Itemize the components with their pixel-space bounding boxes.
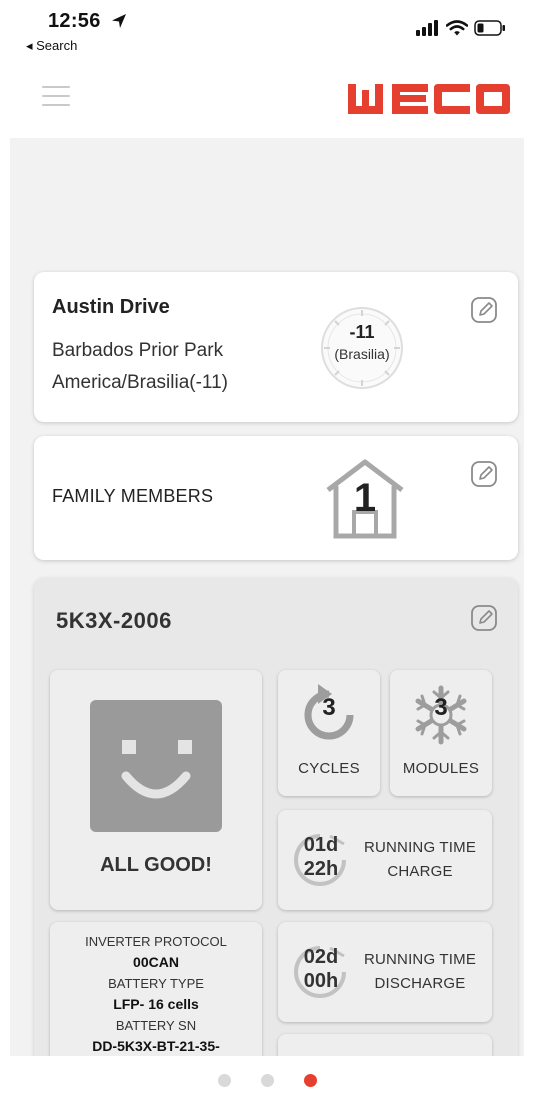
location-name: Austin Drive [52,296,170,318]
partial-tile[interactable] [278,1034,492,1056]
modules-value: 3 [434,694,448,721]
inverter-protocol-value: 00CAN [133,954,179,970]
battery-type-value: LFP- 16 cells [113,996,199,1012]
discharge-label-line1: RUNNING TIME [363,951,477,968]
main-content[interactable]: Austin Drive Barbados Prior Park America… [10,138,524,1056]
weco-logo [348,84,510,114]
battery-sn-value: DD-5K3X-BT-21-35- [92,1038,220,1054]
location-arrow-icon [112,14,126,28]
running-time-discharge-tile[interactable]: 02d 00h RUNNING TIME DISCHARGE [278,922,492,1022]
location-address: Barbados Prior Park [52,340,224,361]
edit-icon[interactable] [470,460,498,488]
page-dot-2[interactable] [260,1074,274,1087]
cycles-label: CYCLES [298,760,360,777]
inverter-protocol-label: INVERTER PROTOCOL [85,934,227,949]
status-time: 12:56 [48,10,101,32]
charge-label: RUNNING TIME CHARGE [352,836,488,884]
family-members-label: FAMILY MEMBERS [52,486,214,506]
location-timezone: America/Brasilia(-11) [52,372,228,393]
modules-label: MODULES [402,760,480,777]
family-members-card[interactable]: FAMILY MEMBERS 1 [34,436,518,560]
page-indicator [0,1074,534,1087]
edit-icon[interactable] [470,604,498,632]
discharge-label: RUNNING TIME DISCHARGE [352,948,488,996]
battery-info-tile[interactable]: INVERTER PROTOCOL 00CAN BATTERY TYPE LFP… [50,922,262,1056]
running-time-charge-tile[interactable]: 01d 22h RUNNING TIME CHARGE [278,810,492,910]
hamburger-menu-icon[interactable] [42,86,70,106]
discharge-hours: 00h [303,970,339,992]
status-tile[interactable]: ALL GOOD! [50,670,262,910]
device-panel[interactable]: 5K3X-2006 ALL GOOD! 3 CYCLES 3 MODULES 0… [34,578,518,1056]
battery-low-icon [474,20,505,36]
device-title: 5K3X-2006 [56,608,172,633]
cycles-value: 3 [322,694,336,721]
timezone-offset: -11 [349,322,375,342]
battery-sn-label: BATTERY SN [115,1018,197,1033]
edit-icon[interactable] [470,296,498,324]
modules-tile[interactable]: 3 MODULES [390,670,492,796]
cycles-tile[interactable]: 3 CYCLES [278,670,380,796]
status-indicators [416,20,506,36]
location-card[interactable]: Austin Drive Barbados Prior Park America… [34,272,518,422]
discharge-label-line2: DISCHARGE [374,975,466,992]
charge-days: 01d [303,834,339,856]
status-text: ALL GOOD! [100,854,212,876]
ios-status-bar: 12:56 ◂ Search [0,0,534,60]
wifi-icon [446,20,468,36]
battery-type-label: BATTERY TYPE [108,976,204,991]
charge-hours: 22h [303,858,339,880]
charge-label-line2: CHARGE [387,863,453,880]
page-dot-3-active[interactable] [303,1074,317,1087]
timezone-city: (Brasilia) [334,346,390,362]
page-dot-1[interactable] [217,1074,231,1087]
discharge-days: 02d [303,946,339,968]
family-count: 1 [353,476,377,520]
back-to-search-link[interactable]: ◂ Search [26,38,77,54]
smiley-icon [90,700,222,832]
cellular-signal-icon [416,20,438,36]
app-header [0,60,534,138]
charge-label-line1: RUNNING TIME [363,839,477,856]
